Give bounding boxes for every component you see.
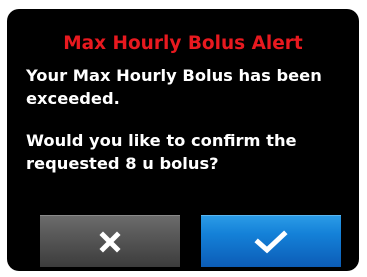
confirm-question-line-2: requested 8 u bolus? xyxy=(26,154,219,173)
alert-message-line-2: exceeded. xyxy=(26,89,120,108)
confirm-button[interactable] xyxy=(201,215,341,267)
alert-title: Max Hourly Bolus Alert xyxy=(63,33,303,54)
close-icon xyxy=(99,230,121,253)
confirm-question-line-1: Would you like to confirm the xyxy=(26,131,297,150)
pump-screen: Max Hourly Bolus Alert Your Max Hourly B… xyxy=(7,9,359,271)
alert-message: Your Max Hourly Bolus has been exceeded. xyxy=(26,64,322,110)
confirm-question: Would you like to confirm the requested … xyxy=(26,129,297,175)
checkmark-icon xyxy=(254,229,288,253)
alert-message-line-1: Your Max Hourly Bolus has been xyxy=(26,66,322,85)
cancel-button[interactable] xyxy=(40,215,180,267)
